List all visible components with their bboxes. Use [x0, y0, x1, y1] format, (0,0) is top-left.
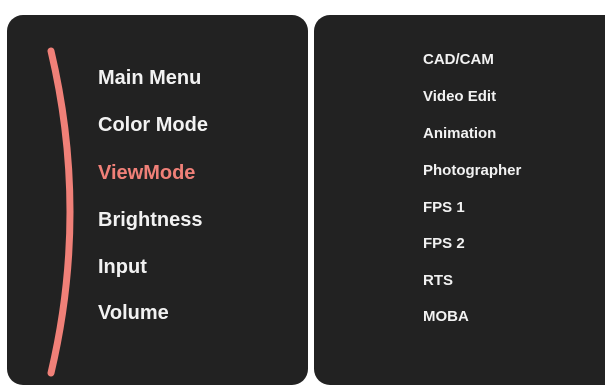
submenu-item-photographer[interactable]: Photographer — [423, 162, 521, 179]
menu-item-volume[interactable]: Volume — [98, 302, 169, 325]
viewmode-submenu-panel: CAD/CAM Video Edit Animation Photographe… — [314, 15, 605, 385]
menu-item-brightness[interactable]: Brightness — [98, 209, 202, 232]
submenu-item-rts[interactable]: RTS — [423, 272, 453, 289]
submenu-item-fps-2[interactable]: FPS 2 — [423, 235, 465, 252]
submenu-item-moba[interactable]: MOBA — [423, 308, 469, 325]
menu-item-color-mode[interactable]: Color Mode — [98, 114, 208, 137]
main-menu-panel: Main Menu Color Mode ViewMode Brightness… — [7, 15, 308, 385]
osd-menu: Main Menu Color Mode ViewMode Brightness… — [0, 0, 605, 385]
menu-item-viewmode[interactable]: ViewMode — [98, 162, 195, 185]
menu-item-main-menu[interactable]: Main Menu — [98, 67, 201, 90]
menu-item-input[interactable]: Input — [98, 256, 147, 279]
submenu-item-video-edit[interactable]: Video Edit — [423, 88, 496, 105]
scroll-arc-indicator — [47, 47, 74, 377]
submenu-item-cad-cam[interactable]: CAD/CAM — [423, 51, 494, 68]
submenu-item-fps-1[interactable]: FPS 1 — [423, 199, 465, 216]
submenu-item-animation[interactable]: Animation — [423, 125, 496, 142]
